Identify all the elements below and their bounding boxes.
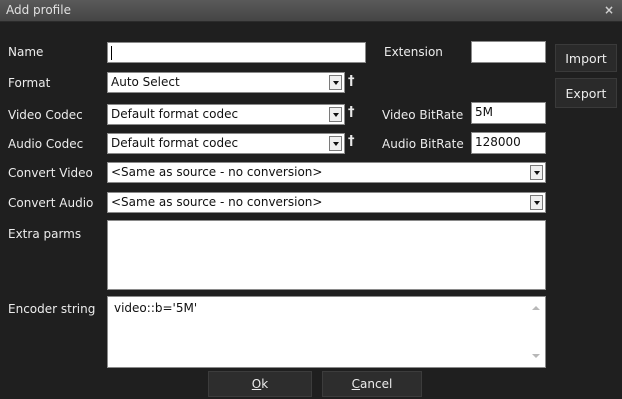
chevron-down-icon[interactable]: [530, 195, 543, 210]
audio-codec-select[interactable]: Default format codec: [107, 133, 345, 154]
encoder-string-value: video::b='5M': [114, 301, 198, 315]
audio-bitrate-label: Audio BitRate: [382, 137, 464, 151]
audio-bitrate-input[interactable]: 128000: [471, 132, 546, 154]
name-label: Name: [8, 45, 44, 59]
pin-icon[interactable]: †: [348, 75, 355, 89]
ok-label-rest: k: [261, 377, 269, 391]
audio-codec-label: Audio Codec: [8, 137, 84, 151]
format-label: Format: [8, 76, 51, 90]
chevron-down-icon[interactable]: [329, 75, 342, 90]
convert-audio-value: <Same as source - no conversion>: [111, 195, 323, 209]
convert-video-select[interactable]: <Same as source - no conversion>: [107, 162, 546, 183]
import-button[interactable]: Import: [555, 44, 617, 72]
format-select[interactable]: Auto Select: [107, 72, 345, 93]
scroll-up-icon[interactable]: [532, 306, 540, 310]
window-title: Add profile: [6, 3, 71, 17]
convert-video-label: Convert Video: [8, 166, 93, 180]
convert-video-value: <Same as source - no conversion>: [111, 165, 323, 179]
audio-bitrate-value: 128000: [475, 135, 521, 149]
convert-audio-select[interactable]: <Same as source - no conversion>: [107, 192, 546, 213]
cancel-label-rest: ancel: [360, 377, 393, 391]
video-bitrate-value: 5M: [475, 105, 493, 119]
cancel-access-key: C: [351, 377, 361, 391]
video-codec-value: Default format codec: [111, 107, 239, 121]
chevron-down-icon[interactable]: [329, 136, 342, 151]
extension-input[interactable]: [471, 41, 546, 63]
text-caret: [111, 46, 112, 60]
extra-parms-textarea[interactable]: [107, 220, 546, 290]
video-codec-select[interactable]: Default format codec: [107, 104, 345, 125]
convert-audio-label: Convert Audio: [8, 196, 94, 210]
chevron-down-icon[interactable]: [329, 107, 342, 122]
ok-button[interactable]: Ok: [208, 371, 312, 397]
cancel-button[interactable]: Cancel: [322, 371, 422, 397]
video-bitrate-input[interactable]: 5M: [471, 102, 546, 124]
video-bitrate-label: Video BitRate: [382, 108, 464, 122]
title-bar: Add profile ×: [0, 0, 622, 22]
encoder-string-textarea[interactable]: video::b='5M': [107, 296, 546, 368]
encoder-string-label: Encoder string: [8, 302, 96, 316]
extra-parms-label: Extra parms: [8, 227, 82, 241]
scrollbar[interactable]: [528, 298, 544, 366]
audio-codec-value: Default format codec: [111, 136, 239, 150]
extension-label: Extension: [384, 45, 443, 59]
pin-icon[interactable]: †: [348, 135, 355, 149]
ok-access-key: O: [251, 377, 262, 391]
video-codec-label: Video Codec: [8, 108, 83, 122]
name-input[interactable]: [107, 42, 366, 63]
close-icon[interactable]: ×: [602, 1, 616, 19]
chevron-down-icon[interactable]: [530, 165, 543, 180]
export-button[interactable]: Export: [555, 78, 617, 108]
format-value: Auto Select: [111, 75, 180, 89]
pin-icon[interactable]: †: [348, 106, 355, 120]
scroll-down-icon[interactable]: [532, 354, 540, 358]
